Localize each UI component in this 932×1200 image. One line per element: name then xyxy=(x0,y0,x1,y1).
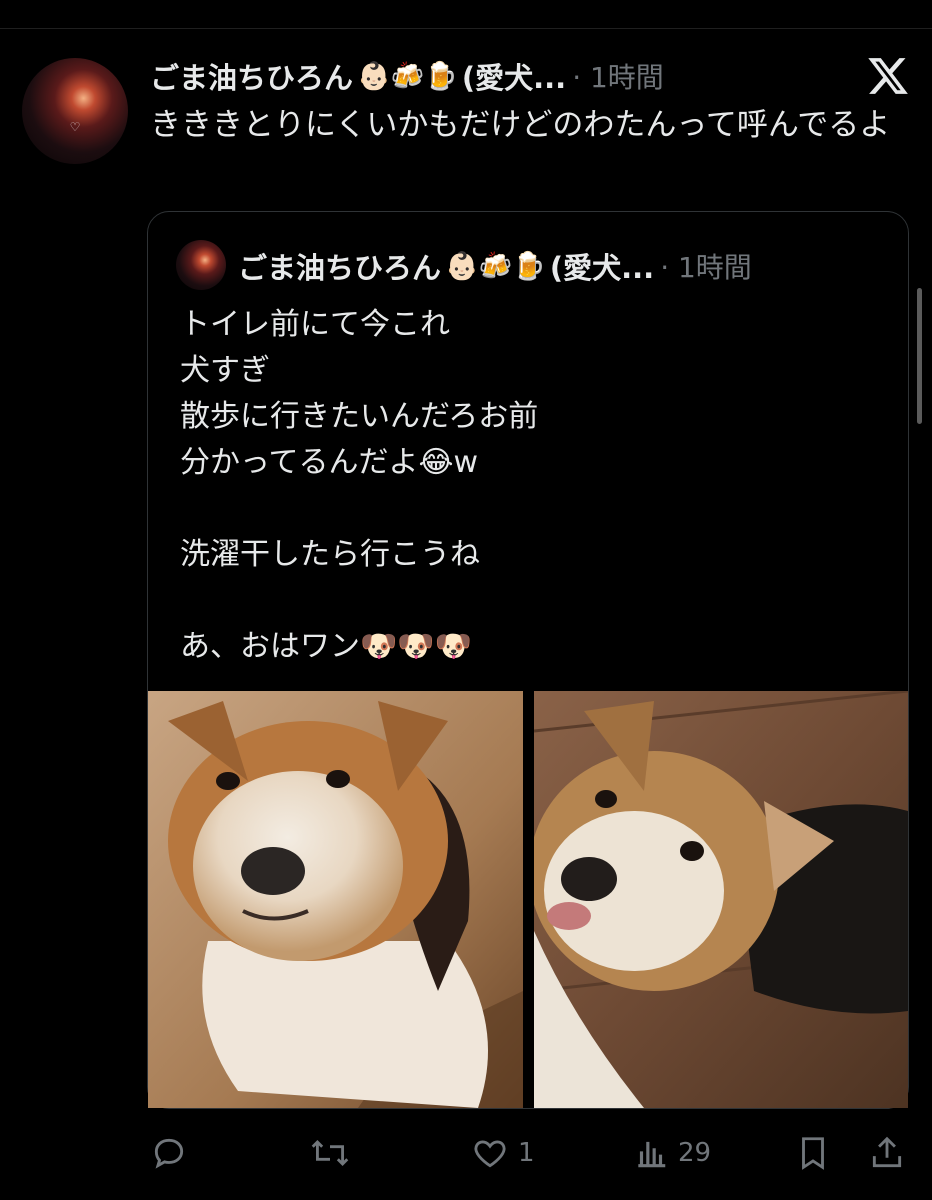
share-button[interactable] xyxy=(868,1128,906,1178)
like-button[interactable]: 1 xyxy=(470,1128,535,1178)
quoted-text-line: あ、おはワン🐶🐶🐶 xyxy=(180,629,473,664)
quoted-author-avatar[interactable] xyxy=(176,240,226,290)
quoted-text-line: 散歩に行きたいんだろお前 xyxy=(180,399,539,434)
like-count: 1 xyxy=(518,1138,535,1168)
heart-icon xyxy=(474,1140,506,1168)
reply-icon xyxy=(154,1138,184,1169)
tweet-text: きききとりにくいかもだけどのわたんって呼んでるよ xyxy=(150,107,891,143)
quoted-author-emojis: 👶🏻🍻🍺 xyxy=(445,251,546,282)
quoted-text-line xyxy=(180,486,880,532)
quoted-text-line: トイレ前にて今これ xyxy=(180,307,450,342)
x-logo-icon xyxy=(868,58,908,94)
dog-photo-right[interactable] xyxy=(534,691,908,1108)
reply-button[interactable] xyxy=(150,1128,196,1178)
retweet-button[interactable] xyxy=(308,1128,360,1178)
tweet-actions: 1 29 xyxy=(0,1128,932,1178)
share-icon xyxy=(872,1136,902,1168)
bookmark-icon xyxy=(802,1137,824,1170)
author-avatar[interactable]: ♡ xyxy=(22,58,128,164)
avatar-heart-mark: ♡ xyxy=(69,120,81,134)
quoted-text-line: 分かってるんだよ😂w xyxy=(180,445,479,480)
quoted-text-line: 犬すぎ xyxy=(180,353,270,388)
author-name-suffix[interactable]: (愛犬... xyxy=(462,55,566,97)
retweet-icon xyxy=(311,1139,349,1167)
author-name[interactable]: ごま油ちひろん xyxy=(150,55,353,97)
dog-photo-right-image xyxy=(534,691,908,1108)
tweet-header: ごま油ちひろん 👶🏻🍻🍺 (愛犬... · 1時間 xyxy=(150,56,664,96)
author-emojis: 👶🏻🍻🍺 xyxy=(357,61,458,92)
top-divider xyxy=(0,28,932,29)
quoted-author-name[interactable]: ごま油ちひろん xyxy=(238,245,441,287)
views-count: 29 xyxy=(678,1138,712,1168)
quoted-tweet-header: ごま油ちひろん 👶🏻🍻🍺 (愛犬... · 1時間 xyxy=(238,246,752,286)
bookmark-button[interactable] xyxy=(794,1128,832,1178)
tweet-timestamp[interactable]: · 1時間 xyxy=(572,56,664,96)
quoted-tweet-text: トイレ前にて今これ 犬すぎ 散歩に行きたいんだろお前 分かってるんだよ😂w 洗濯… xyxy=(180,302,880,670)
quoted-tweet-timestamp[interactable]: · 1時間 xyxy=(660,246,752,286)
quoted-text-line: 洗濯干したら行こうね xyxy=(180,537,480,572)
scrollbar[interactable] xyxy=(917,288,922,424)
views-icon xyxy=(638,1141,666,1168)
dog-photo-left[interactable] xyxy=(148,691,523,1108)
quoted-author-name-suffix[interactable]: (愛犬... xyxy=(550,245,654,287)
quoted-text-line xyxy=(180,578,880,624)
views-button[interactable]: 29 xyxy=(632,1128,711,1178)
dog-photo-left-image xyxy=(148,691,523,1108)
